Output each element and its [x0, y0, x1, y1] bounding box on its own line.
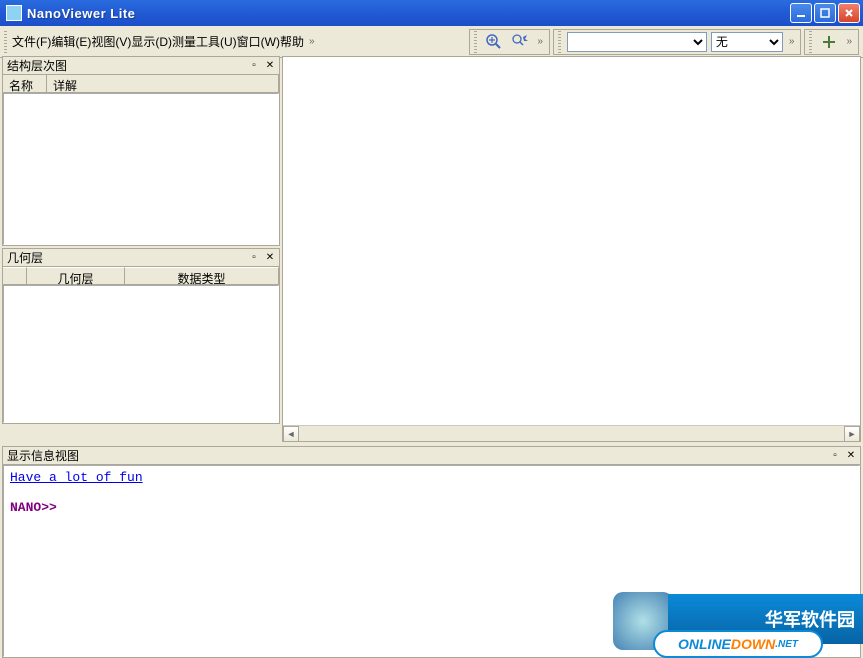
info-link[interactable]: Have a lot of fun: [10, 470, 143, 485]
toolbar-grip[interactable]: [474, 31, 477, 53]
toolbar-grip[interactable]: [558, 31, 561, 53]
menubar-toolbar-row: 文件(F) 编辑(E) 视图(V) 显示(D) 测量工具(U) 窗口(W) 帮助…: [0, 26, 863, 58]
window-buttons: [790, 3, 863, 23]
zoom-overflow[interactable]: »: [535, 36, 545, 47]
info-panel-titlebar: 显示信息视图 ▫ ✕: [3, 447, 860, 465]
geometry-col-geom[interactable]: 几何层: [27, 267, 125, 284]
structure-panel-title: 结构层次图: [7, 57, 247, 74]
geometry-columns: 几何层 数据类型: [3, 267, 279, 285]
menu-file[interactable]: 文件(F): [12, 33, 51, 50]
menu-display[interactable]: 显示(D): [131, 33, 172, 50]
toolbar-grip[interactable]: [809, 31, 812, 53]
toolbar-grip[interactable]: [4, 31, 7, 53]
app-icon: [6, 5, 22, 21]
menu-help[interactable]: 帮助: [280, 33, 304, 50]
toolbar-combo-group: 无 »: [553, 29, 802, 55]
combo-overflow[interactable]: »: [787, 36, 797, 47]
structure-panel-titlebar: 结构层次图 ▫ ✕: [3, 57, 279, 75]
panel-close-button[interactable]: ✕: [263, 59, 277, 73]
structure-columns: 名称 详解: [3, 75, 279, 93]
canvas-view[interactable]: ◄ ►: [282, 56, 861, 442]
scroll-left-icon[interactable]: ◄: [283, 426, 299, 442]
geometry-col-type[interactable]: 数据类型: [125, 267, 279, 284]
info-panel-title: 显示信息视图: [7, 447, 828, 464]
maximize-button[interactable]: [814, 3, 836, 23]
watermark-text: 华军软件园: [765, 606, 855, 632]
panel-dock-button[interactable]: ▫: [247, 251, 261, 265]
structure-tree[interactable]: [3, 93, 279, 245]
structure-col-name[interactable]: 名称: [3, 75, 47, 92]
structure-col-detail[interactable]: 详解: [47, 75, 279, 92]
zoom-in-icon: [485, 33, 503, 51]
plus-icon: [821, 34, 837, 50]
structure-panel: 结构层次图 ▫ ✕ 名称 详解: [2, 56, 280, 246]
left-column: 结构层次图 ▫ ✕ 名称 详解 几何层 ▫ ✕ 几何层 数据类型: [2, 56, 280, 442]
close-button[interactable]: [838, 3, 860, 23]
geometry-col-blank[interactable]: [3, 267, 27, 284]
zoom-in-button[interactable]: [483, 31, 505, 53]
menubar-overflow[interactable]: »: [307, 36, 317, 47]
minimize-button[interactable]: [790, 3, 812, 23]
geometry-panel-titlebar: 几何层 ▫ ✕: [3, 249, 279, 267]
menu-window[interactable]: 窗口(W): [237, 33, 280, 50]
watermark: 华军软件园 ONLINEDOWN.NET: [613, 586, 863, 658]
window-title: NanoViewer Lite: [27, 6, 790, 21]
toolbar-combo-2[interactable]: 无: [711, 32, 783, 52]
info-prompt: NANO>>: [10, 500, 57, 515]
panel-dock-button[interactable]: ▫: [247, 59, 261, 73]
right-column: ◄ ►: [280, 56, 861, 442]
zoom-select-icon: [511, 33, 529, 51]
panel-dock-button[interactable]: ▫: [828, 449, 842, 463]
panel-close-button[interactable]: ✕: [844, 449, 858, 463]
toolbar-zoom-group: »: [469, 29, 550, 55]
menu-measure[interactable]: 测量工具(U): [172, 33, 237, 50]
geometry-panel: 几何层 ▫ ✕ 几何层 数据类型: [2, 248, 280, 424]
menu-edit[interactable]: 编辑(E): [51, 33, 91, 50]
workarea: 结构层次图 ▫ ✕ 名称 详解 几何层 ▫ ✕ 几何层 数据类型: [2, 56, 861, 442]
geometry-list[interactable]: [3, 285, 279, 423]
scroll-right-icon[interactable]: ►: [844, 426, 860, 442]
menubar: 文件(F) 编辑(E) 视图(V) 显示(D) 测量工具(U) 窗口(W) 帮助: [12, 33, 304, 50]
geometry-panel-title: 几何层: [7, 249, 247, 266]
watermark-pill: ONLINEDOWN.NET: [653, 630, 823, 658]
menu-view[interactable]: 视图(V): [91, 33, 131, 50]
canvas-hscroll[interactable]: ◄ ►: [283, 425, 860, 441]
toolbar-plus-group: »: [804, 29, 859, 55]
titlebar: NanoViewer Lite: [0, 0, 863, 26]
plus-overflow[interactable]: »: [844, 36, 854, 47]
add-button[interactable]: [818, 31, 840, 53]
toolbar-combo-1[interactable]: [567, 32, 707, 52]
scroll-track[interactable]: [299, 426, 844, 441]
panel-close-button[interactable]: ✕: [263, 251, 277, 265]
zoom-select-button[interactable]: [509, 31, 531, 53]
